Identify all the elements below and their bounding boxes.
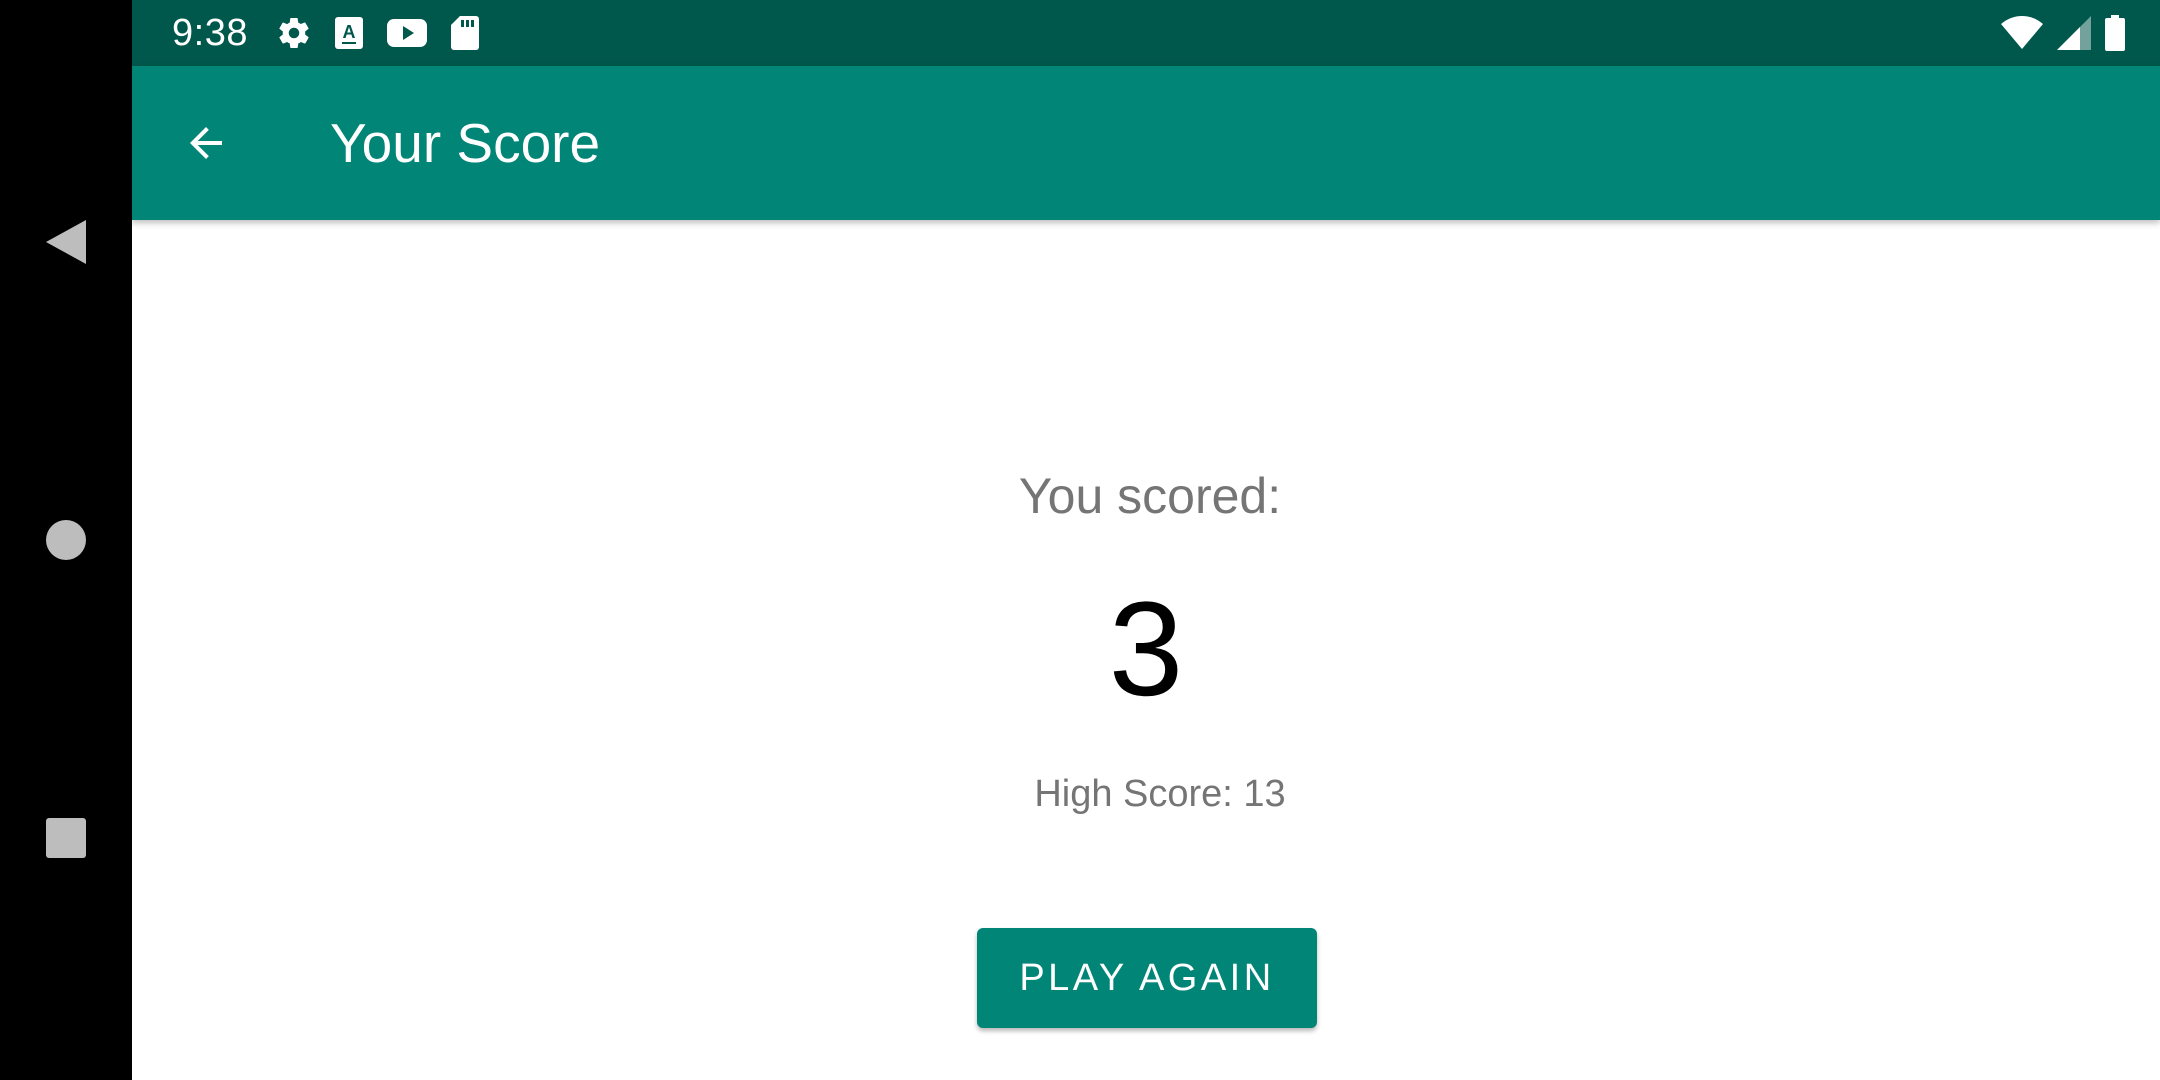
youtube-icon	[386, 17, 428, 49]
status-time: 9:38	[172, 12, 248, 54]
back-triangle-icon	[44, 218, 88, 266]
status-system-icons	[2000, 13, 2126, 53]
sd-card-icon	[450, 15, 480, 51]
score-label: You scored:	[1018, 468, 1282, 524]
high-score-text: High Score: 13	[1034, 773, 1286, 815]
wifi-icon	[2000, 15, 2044, 51]
arrow-back-icon	[182, 119, 230, 167]
score-content: You scored: 3 High Score: 13 PLAY AGAIN	[132, 220, 2160, 1080]
home-circle-icon	[45, 519, 87, 561]
back-button[interactable]	[176, 113, 236, 173]
system-nav-bar	[0, 0, 132, 1080]
recents-square-icon	[45, 817, 87, 859]
settings-icon	[276, 15, 312, 51]
app-bar: Your Score	[132, 66, 2160, 220]
nav-recents-button[interactable]	[0, 778, 132, 898]
screen: 9:38 A Your Score You scored: 3 High Sco…	[0, 0, 2160, 1080]
svg-text:A: A	[343, 22, 356, 42]
cell-signal-icon	[2056, 15, 2092, 51]
status-notification-icons: A	[276, 13, 480, 53]
page-title: Your Score	[330, 112, 601, 174]
status-bar: 9:38 A	[132, 0, 2160, 66]
nav-back-button[interactable]	[0, 182, 132, 302]
score-value: 3	[1108, 575, 1184, 724]
font-a-icon: A	[334, 16, 364, 50]
battery-icon	[2104, 14, 2126, 52]
play-again-button[interactable]: PLAY AGAIN	[977, 928, 1317, 1028]
nav-home-button[interactable]	[0, 480, 132, 600]
